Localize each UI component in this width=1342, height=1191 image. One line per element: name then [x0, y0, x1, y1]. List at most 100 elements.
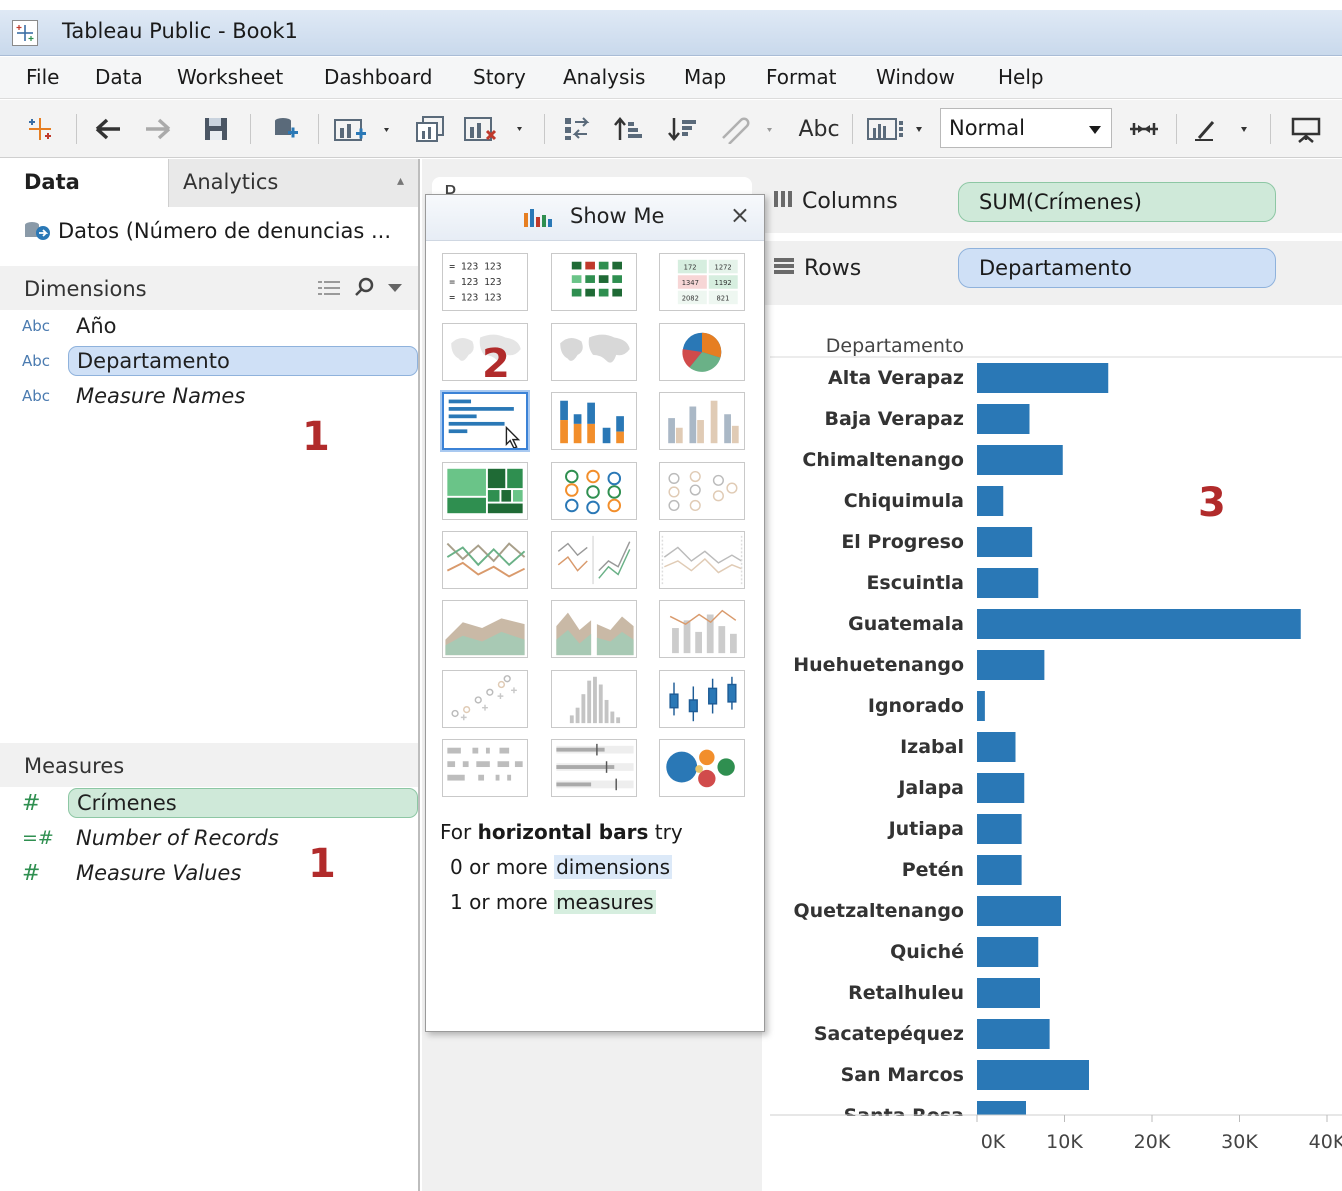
menu-format[interactable]: Format [766, 65, 836, 89]
field-ano[interactable]: Abc Año [22, 310, 125, 342]
menu-map[interactable]: Map [684, 65, 726, 89]
hint-dims-count: 0 or more [450, 855, 548, 879]
circle-views-thumb[interactable] [551, 462, 637, 520]
menu-worksheet[interactable]: Worksheet [177, 65, 283, 89]
field-departamento[interactable]: Abc Departamento [22, 345, 418, 377]
area-continuous-thumb[interactable] [442, 600, 528, 658]
bullet-graph-thumb[interactable] [551, 739, 637, 797]
treemap-thumb[interactable] [442, 462, 528, 520]
presentation-mode-icon[interactable] [1284, 112, 1328, 146]
bar-mark[interactable] [977, 650, 1045, 680]
search-icon[interactable] [354, 276, 376, 303]
svg-text:821: 821 [716, 294, 729, 302]
bar-mark[interactable] [977, 445, 1063, 475]
box-and-whisker-thumb[interactable] [659, 670, 745, 728]
dimensions-header: Dimensions [0, 266, 418, 310]
menu-file[interactable]: File [26, 65, 59, 89]
menu-help[interactable]: Help [998, 65, 1044, 89]
svg-text:172: 172 [684, 263, 697, 271]
sort-ascending-icon[interactable] [608, 112, 650, 146]
menu-data[interactable]: Data [95, 65, 143, 89]
columns-shelf-label: Columns [772, 189, 898, 215]
clear-sheet-icon[interactable] [460, 112, 532, 146]
bar-mark[interactable] [977, 1019, 1050, 1049]
save-icon[interactable] [198, 112, 234, 146]
show-mark-labels-button[interactable]: Abc [792, 112, 846, 146]
fix-axes-icon[interactable] [1124, 112, 1164, 146]
shelf-divider [762, 233, 1342, 241]
bar-mark[interactable] [977, 732, 1016, 762]
swap-rows-columns-icon[interactable] [556, 112, 598, 146]
filled-map-thumb[interactable] [551, 323, 637, 381]
highlight-icon[interactable] [716, 112, 780, 146]
scatter-plot-thumb[interactable] [442, 670, 528, 728]
svg-text:= 123 123: = 123 123 [449, 261, 501, 272]
bar-mark[interactable] [977, 896, 1061, 926]
close-icon[interactable]: × [730, 201, 750, 229]
horizontal-bars-thumb[interactable] [442, 392, 528, 450]
stacked-bars-thumb[interactable] [551, 392, 637, 450]
rows-pill-departamento[interactable]: Departamento [958, 248, 1276, 288]
area-discrete-thumb[interactable] [551, 600, 637, 658]
lines-discrete-thumb[interactable] [551, 531, 637, 589]
toolbar-separator [852, 114, 853, 144]
field-crimenes[interactable]: # Crímenes [22, 787, 418, 819]
packed-bubbles-thumb[interactable] [659, 739, 745, 797]
bar-mark[interactable] [977, 691, 985, 721]
field-measure-values[interactable]: # Measure Values [22, 857, 249, 889]
field-measure-names[interactable]: Abc Measure Names [22, 380, 253, 412]
annotate-icon[interactable] [1188, 112, 1258, 146]
list-view-icon[interactable] [318, 278, 342, 302]
dual-lines-thumb[interactable] [659, 531, 745, 589]
redo-icon[interactable] [140, 112, 176, 146]
side-by-side-bars-thumb[interactable] [659, 392, 745, 450]
field-name: Departamento [68, 346, 418, 376]
bar-mark[interactable] [977, 937, 1039, 967]
bar-mark[interactable] [977, 404, 1030, 434]
bar-mark[interactable] [977, 814, 1022, 844]
menu-analysis[interactable]: Analysis [563, 65, 645, 89]
dual-combination-thumb[interactable] [659, 600, 745, 658]
bar-mark[interactable] [977, 568, 1039, 598]
tab-data[interactable]: Data [0, 159, 168, 207]
bar-mark[interactable] [977, 978, 1040, 1008]
pie-chart-thumb[interactable] [659, 323, 745, 381]
menu-story[interactable]: Story [473, 65, 526, 89]
bar-mark[interactable] [977, 1060, 1089, 1090]
histogram-thumb[interactable] [551, 670, 637, 728]
presentation-chart-icon[interactable] [862, 112, 932, 146]
duplicate-sheet-icon[interactable] [410, 112, 450, 146]
bar-mark[interactable] [977, 1101, 1026, 1115]
highlight-table-thumb[interactable]: 172 1272 1347 1192 2082 821 [659, 253, 745, 311]
heat-map-thumb[interactable] [551, 253, 637, 311]
new-worksheet-icon[interactable] [330, 112, 396, 146]
undo-icon[interactable] [90, 112, 126, 146]
fit-select-value: Normal [949, 116, 1025, 140]
new-datasource-icon[interactable] [266, 112, 306, 146]
show-me-panel: Show Me × = 123 123 = 123 123 = 123 123 17… [425, 194, 765, 1032]
columns-icon [772, 189, 794, 215]
gantt-chart-thumb[interactable] [442, 739, 528, 797]
bar-mark[interactable] [977, 773, 1025, 803]
columns-pill-sum-crimenes[interactable]: SUM(Crímenes) [958, 182, 1276, 222]
lines-continuous-thumb[interactable] [442, 531, 528, 589]
tab-analytics[interactable]: Analytics ▴︎ [168, 159, 418, 207]
menu-dashboard[interactable]: Dashboard [324, 65, 433, 89]
category-label: Ignorado [868, 695, 964, 717]
bar-mark[interactable] [977, 855, 1022, 885]
bar-mark[interactable] [977, 363, 1109, 393]
bar-mark[interactable] [977, 609, 1301, 639]
side-by-side-circles-thumb[interactable] [659, 462, 745, 520]
text-table-thumb[interactable]: = 123 123 = 123 123 = 123 123 [442, 253, 528, 311]
calculated-number-type-icon: =# [22, 827, 54, 849]
bar-mark[interactable] [977, 486, 1004, 516]
bar-mark[interactable] [977, 527, 1033, 557]
tableau-logo-icon[interactable] [20, 112, 60, 146]
field-number-of-records[interactable]: =# Number of Records [22, 822, 287, 854]
show-me-header: Show Me × [426, 195, 764, 241]
fit-select[interactable]: Normal [940, 108, 1112, 148]
sort-descending-icon[interactable] [662, 112, 704, 146]
menu-window[interactable]: Window [876, 65, 955, 89]
datasource-item[interactable]: Datos (Número de denuncias ... [22, 219, 391, 243]
chevron-down-icon[interactable] [388, 284, 402, 292]
